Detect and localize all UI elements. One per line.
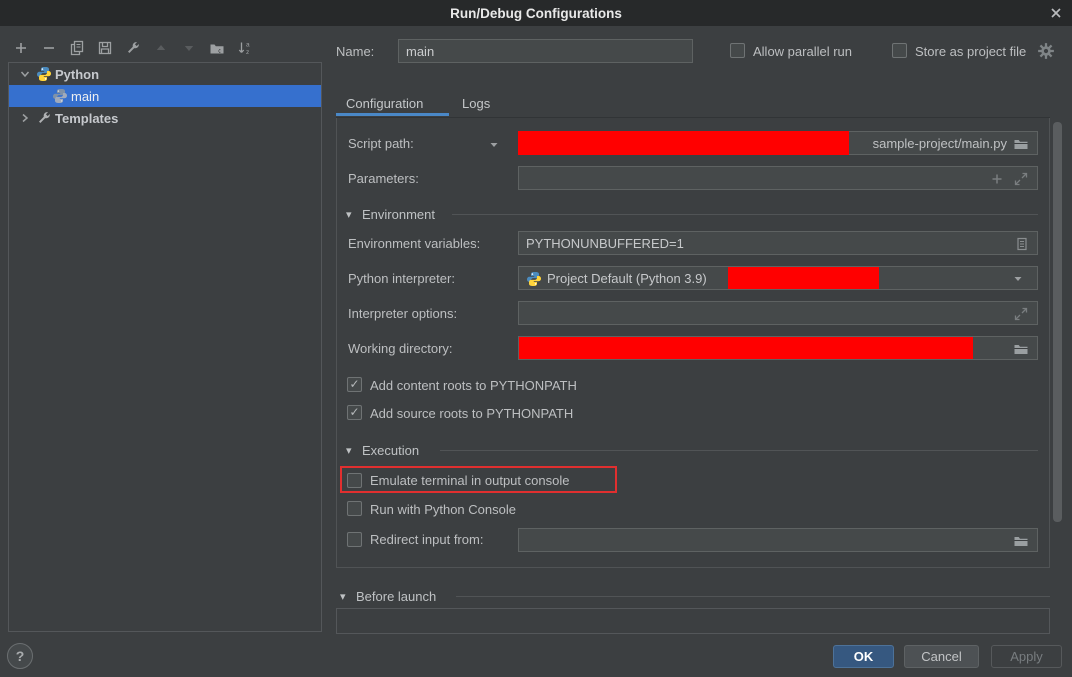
redaction-overlay xyxy=(518,131,849,155)
help-icon: ? xyxy=(16,648,25,664)
svg-text:z: z xyxy=(246,49,249,56)
section-rule xyxy=(456,596,1050,597)
execution-collapse-icon[interactable]: ▾ xyxy=(346,444,352,457)
chevron-down-icon[interactable] xyxy=(17,66,33,82)
allow-parallel-run-label: Allow parallel run xyxy=(753,44,852,59)
tree-item-label: Python xyxy=(55,67,99,82)
before-launch-section-title[interactable]: Before launch xyxy=(356,589,436,604)
vertical-scrollbar[interactable] xyxy=(1053,122,1062,522)
allow-parallel-run-checkbox[interactable] xyxy=(730,43,745,58)
help-button[interactable]: ? xyxy=(7,643,33,669)
python-interpreter-value: Project Default (Python 3.9) xyxy=(547,271,707,286)
browse-variables-icon[interactable] xyxy=(1014,236,1030,252)
svg-text:a: a xyxy=(246,42,250,49)
copy-icon[interactable] xyxy=(67,39,86,58)
section-rule xyxy=(440,450,1038,451)
python-icon xyxy=(526,271,542,287)
name-input[interactable] xyxy=(398,39,693,63)
folder-browse-icon[interactable] xyxy=(1013,136,1029,152)
environment-collapse-icon[interactable]: ▾ xyxy=(346,208,352,221)
dialog-titlebar: Run/Debug Configurations xyxy=(0,0,1072,26)
folder-browse-icon[interactable] xyxy=(1013,533,1029,549)
interpreter-options-label: Interpreter options: xyxy=(348,306,457,321)
run-with-python-console-checkbox[interactable] xyxy=(347,501,362,516)
store-as-project-file-checkbox[interactable] xyxy=(892,43,907,58)
gear-icon[interactable] xyxy=(1037,42,1055,60)
add-content-roots-label: Add content roots to PYTHONPATH xyxy=(370,378,577,393)
python-icon xyxy=(36,66,52,82)
parameters-field[interactable] xyxy=(518,166,1038,190)
expand-field-icon[interactable] xyxy=(1013,306,1029,322)
section-rule xyxy=(452,214,1038,215)
configurations-toolbar: az xyxy=(11,37,254,59)
add-icon[interactable] xyxy=(11,39,30,58)
move-up-icon[interactable] xyxy=(151,39,170,58)
run-with-python-console-label: Run with Python Console xyxy=(370,502,516,517)
cancel-button[interactable]: Cancel xyxy=(904,645,979,668)
execution-section-title[interactable]: Execution xyxy=(362,443,419,458)
parameters-label: Parameters: xyxy=(348,171,419,186)
tab-logs[interactable]: Logs xyxy=(462,96,490,111)
environment-variables-field[interactable]: PYTHONUNBUFFERED=1 xyxy=(518,231,1038,255)
close-icon[interactable] xyxy=(1048,5,1064,21)
tree-item-python[interactable]: Python xyxy=(9,63,321,85)
tree-item-label: Templates xyxy=(55,111,118,126)
edit-templates-wrench-icon[interactable] xyxy=(123,39,142,58)
environment-variables-label: Environment variables: xyxy=(348,236,480,251)
new-folder-icon[interactable] xyxy=(207,39,226,58)
environment-section-title[interactable]: Environment xyxy=(362,207,435,222)
run-debug-configurations-dialog: Run/Debug Configurations az xyxy=(0,0,1072,677)
apply-button[interactable]: Apply xyxy=(991,645,1062,668)
name-label: Name: xyxy=(336,44,374,59)
before-launch-collapse-icon[interactable]: ▾ xyxy=(340,590,346,603)
script-path-label: Script path: xyxy=(348,136,414,151)
tree-item-main[interactable]: main xyxy=(9,85,321,107)
add-content-roots-checkbox[interactable]: ✓ xyxy=(347,377,362,392)
tree-item-templates[interactable]: Templates xyxy=(9,107,321,129)
redirect-input-label: Redirect input from: xyxy=(370,532,483,547)
script-path-value: sample-project/main.py xyxy=(873,136,1007,151)
dialog-title: Run/Debug Configurations xyxy=(450,6,622,21)
python-icon xyxy=(52,88,68,104)
expand-field-icon[interactable] xyxy=(1013,171,1029,187)
save-icon[interactable] xyxy=(95,39,114,58)
chevron-right-icon[interactable] xyxy=(17,110,33,126)
active-tab-underline xyxy=(336,113,449,116)
wrench-icon xyxy=(36,110,52,126)
before-launch-task-list[interactable] xyxy=(336,608,1050,634)
sort-alphabetically-icon[interactable]: az xyxy=(235,39,254,58)
remove-icon[interactable] xyxy=(39,39,58,58)
store-as-project-file-label: Store as project file xyxy=(915,44,1026,59)
environment-variables-value: PYTHONUNBUFFERED=1 xyxy=(526,236,684,251)
ok-button[interactable]: OK xyxy=(833,645,894,668)
move-down-icon[interactable] xyxy=(179,39,198,58)
interpreter-options-field[interactable] xyxy=(518,301,1038,325)
tree-item-label: main xyxy=(71,89,99,104)
folder-browse-icon[interactable] xyxy=(1013,341,1029,357)
redirect-input-field[interactable] xyxy=(518,528,1038,552)
python-interpreter-label: Python interpreter: xyxy=(348,271,455,286)
combobox-arrow-icon[interactable] xyxy=(1012,273,1028,289)
add-source-roots-label: Add source roots to PYTHONPATH xyxy=(370,406,573,421)
redaction-overlay xyxy=(728,267,879,289)
plus-macro-icon[interactable] xyxy=(989,171,1005,187)
script-path-mode-dropdown-icon[interactable] xyxy=(488,139,500,151)
tab-configuration[interactable]: Configuration xyxy=(346,96,423,111)
redirect-input-checkbox[interactable] xyxy=(347,532,362,547)
annotation-highlight-box xyxy=(340,466,617,493)
add-source-roots-checkbox[interactable]: ✓ xyxy=(347,405,362,420)
redaction-overlay xyxy=(519,337,973,359)
configurations-tree: Python main Templates xyxy=(8,62,322,632)
working-directory-label: Working directory: xyxy=(348,341,453,356)
